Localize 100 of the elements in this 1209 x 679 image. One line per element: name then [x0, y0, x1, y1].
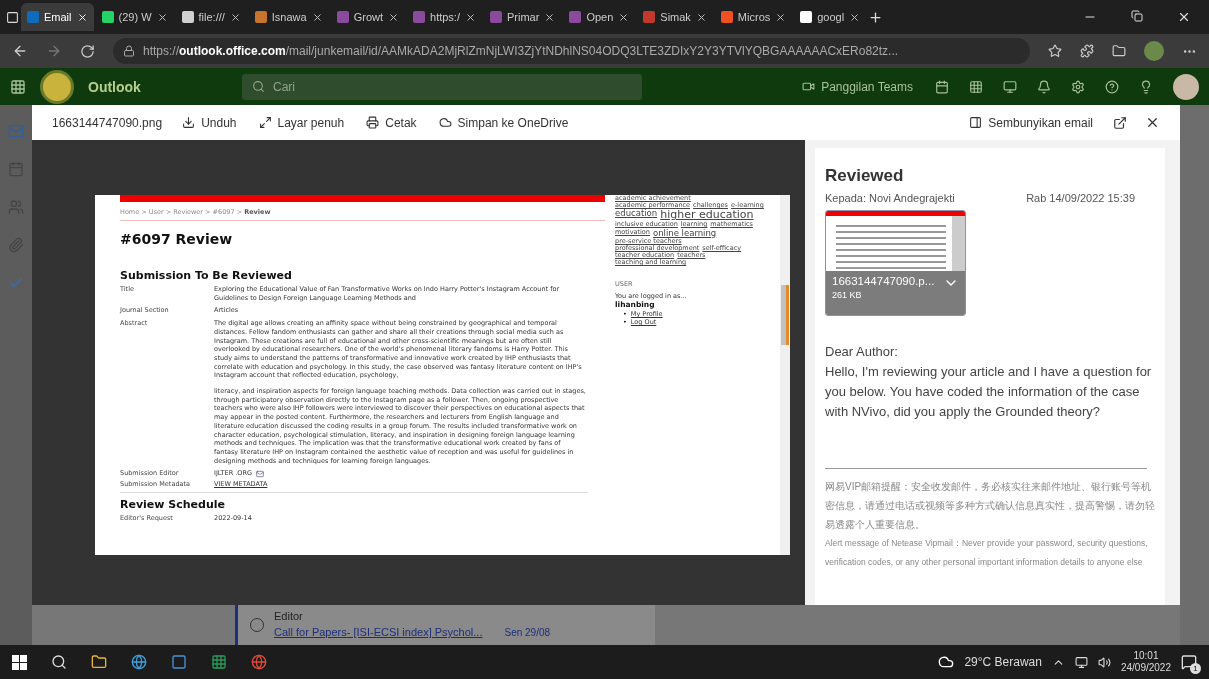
- close-icon[interactable]: [695, 11, 707, 23]
- profile-avatar[interactable]: [1144, 41, 1164, 61]
- file-name: 1663144747090.png: [52, 115, 163, 130]
- expand-icon: [258, 116, 272, 129]
- close-icon[interactable]: [544, 11, 556, 23]
- weather-text: 29°C Berawan: [964, 655, 1042, 669]
- network-icon[interactable]: [1074, 655, 1088, 669]
- close-icon[interactable]: [1145, 115, 1160, 130]
- scrollbar[interactable]: [780, 195, 790, 555]
- recipient: Kepada: Novi Andegrajekti: [825, 192, 955, 204]
- bell-icon[interactable]: [1037, 79, 1051, 94]
- printer-icon: [366, 116, 380, 129]
- restore-icon[interactable]: [1131, 10, 1143, 22]
- browser-tab[interactable]: (29) W: [95, 3, 174, 31]
- tab-title: file:///: [198, 11, 225, 23]
- paperclip-icon[interactable]: [8, 237, 24, 253]
- browser-tab[interactable]: https:/: [407, 3, 482, 31]
- tab-actions-icon[interactable]: [6, 10, 19, 24]
- folder-icon[interactable]: [91, 654, 107, 670]
- close-icon[interactable]: [229, 11, 241, 23]
- new-tab-icon[interactable]: [868, 9, 884, 25]
- browser-tab[interactable]: Email: [21, 3, 94, 31]
- search-field[interactable]: Cari: [242, 73, 642, 100]
- keyword-link[interactable]: education: [615, 209, 658, 222]
- video-icon: [802, 80, 816, 93]
- panel-icon: [969, 116, 983, 129]
- toolbar-button[interactable]: Unduh: [180, 113, 239, 132]
- help-icon[interactable]: [1105, 79, 1119, 94]
- close-icon[interactable]: [849, 11, 861, 23]
- url-text: https://outlook.office.com/mail/junkemail/id/AAMkADA2MjRlZmNjLWI3ZjYtNDhlNS04ODQ3LTE3ZDIxY2Y3YTVlYQBGAAAAAACxERo82tz...: [143, 44, 899, 58]
- folder-icon[interactable]: [1112, 44, 1126, 58]
- close-icon[interactable]: [76, 11, 88, 23]
- settings-icon[interactable]: [1071, 79, 1085, 94]
- mail-list-item[interactable]: Editor Call for Papers- [ISI-ECSI index] Psychol... Sen 29/08: [235, 605, 655, 645]
- grid-icon[interactable]: [969, 79, 983, 94]
- toolbar-button[interactable]: Layar penuh: [256, 113, 347, 132]
- tab-title: Isnawa: [271, 11, 307, 23]
- email-subject: Reviewed: [825, 166, 905, 186]
- email-text: Hello, I'm reviewing your article and I have a question for you below. You have coded the information of the case with NVivo, did you apply the Grounded theory?: [825, 363, 1153, 421]
- app-launcher-icon[interactable]: [10, 78, 26, 95]
- clock-time: 10:01: [1132, 650, 1160, 662]
- close-icon[interactable]: [388, 11, 399, 23]
- section-heading: Review Schedule: [120, 497, 226, 511]
- page-heading: #6097 Review: [120, 231, 234, 247]
- email-date: Rab 14/09/2022 15:39: [1026, 192, 1135, 204]
- browser-tab[interactable]: file:///: [175, 3, 247, 31]
- attachment-size: 261 KB: [832, 290, 863, 300]
- close-icon[interactable]: [465, 11, 476, 23]
- section-heading: Submission To Be Reviewed: [120, 269, 293, 282]
- volume-icon[interactable]: [1097, 655, 1111, 669]
- back-icon[interactable]: [12, 43, 28, 59]
- hide-email-button[interactable]: Sembunyikan email: [967, 113, 1095, 132]
- forward-icon[interactable]: [46, 43, 62, 59]
- close-icon[interactable]: [156, 11, 168, 23]
- monitor-icon[interactable]: [1003, 79, 1017, 94]
- puzzle-icon[interactable]: [1080, 44, 1094, 58]
- lock-icon: [123, 45, 135, 57]
- close-icon[interactable]: [775, 11, 787, 23]
- tab-title: Simak: [660, 11, 691, 23]
- keyword-link[interactable]: online learning: [652, 228, 717, 238]
- teams-call-button[interactable]: Panggilan Teams: [800, 77, 915, 96]
- envelope-icon[interactable]: [255, 469, 264, 478]
- browser-tab[interactable]: Primar: [484, 3, 562, 31]
- lightbulb-icon[interactable]: [1139, 79, 1153, 94]
- browser-tab[interactable]: googl: [794, 3, 867, 31]
- close-icon[interactable]: [618, 11, 630, 23]
- browser-tab[interactable]: Micros: [714, 3, 793, 31]
- mail-date: Sen 29/08: [504, 627, 551, 638]
- user-avatar[interactable]: [1173, 73, 1199, 100]
- clock-date: 24/09/2022: [1120, 662, 1171, 674]
- popout-icon[interactable]: [1113, 115, 1127, 130]
- tab-title: Growt: [353, 11, 383, 23]
- browser-tab[interactable]: Simak: [637, 3, 713, 31]
- tab-title: Primar: [507, 11, 540, 23]
- toolbar-button[interactable]: Cetak: [364, 113, 419, 132]
- windows-start-icon[interactable]: [12, 654, 27, 670]
- search-icon: [252, 80, 265, 93]
- toolbar-button[interactable]: Simpan ke OneDrive: [436, 113, 571, 132]
- browser-icon[interactable]: [131, 654, 147, 670]
- close-icon[interactable]: [311, 11, 323, 23]
- browser-tab[interactable]: Isnawa: [248, 3, 329, 31]
- calendar-icon[interactable]: [935, 79, 949, 94]
- browser-tab[interactable]: Open: [563, 3, 636, 31]
- attachment-card[interactable]: 1663144747090.p... 261 KB: [825, 210, 966, 316]
- address-field[interactable]: https://outlook.office.com/mail/junkemail/id/AAMkADA2MjRlZmNjLWI3ZjYtNDhlNS04ODQ3LTE3ZDIxY2Y3YTVlYQBGAAAAAACxERo82tz...: [113, 38, 1030, 64]
- search-icon[interactable]: [51, 654, 67, 670]
- tab-title: https:/: [430, 11, 460, 23]
- keyword-link[interactable]: higher education: [660, 209, 754, 222]
- close-icon[interactable]: [1177, 10, 1191, 24]
- tab-title: Micros: [737, 11, 771, 23]
- sender-name: Editor: [274, 610, 304, 622]
- email-text: Dear Author:: [825, 343, 899, 361]
- mail-subject: Call for Papers- [ISI-ECSI index] Psychol...: [274, 626, 483, 638]
- browser-tab[interactable]: Growt: [330, 3, 405, 31]
- notice-text: Alert message of Netease Vipmail：Never provide your password, security questions, verification codes, or any other personal important information details to anyone else: [825, 537, 1149, 569]
- star-icon[interactable]: [1048, 44, 1062, 58]
- attachment-name: 1663144747090.p...: [832, 275, 935, 287]
- tab-title: Open: [586, 11, 614, 23]
- notice-text: 网易VIP邮箱提醒：安全收发邮件，务必核实往来邮件地址、银行账号等机密信息，请通过电话或视频等多种方式确认信息真实性，提高警惕，请勿轻易透露个人重要信息。: [825, 480, 1155, 532]
- reload-icon[interactable]: [80, 43, 95, 59]
